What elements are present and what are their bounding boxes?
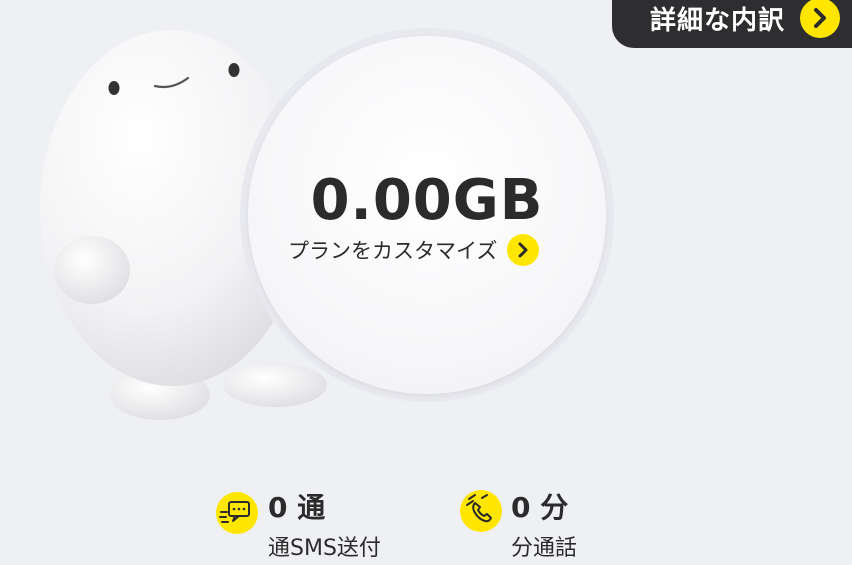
call-minutes-value: 0 分 bbox=[511, 491, 569, 524]
phone-call-icon bbox=[460, 490, 502, 532]
customize-plan-link[interactable]: プランをカスタマイズ bbox=[288, 234, 540, 266]
sms-count-value: 0 通 bbox=[268, 491, 326, 524]
chevron-right-icon bbox=[507, 234, 540, 266]
chevron-right-icon bbox=[800, 0, 840, 38]
call-minutes-label: 分通話 bbox=[511, 536, 578, 561]
detail-breakdown-label: 詳細な内訳 bbox=[650, 6, 786, 36]
mascot-left-eye bbox=[108, 81, 120, 95]
detail-breakdown-button[interactable]: 詳細な内訳 bbox=[612, 0, 852, 48]
data-usage-value: 0.00GB bbox=[310, 168, 544, 233]
mascot-right-eye bbox=[228, 63, 240, 77]
customize-plan-label: プランをカスタマイズ bbox=[288, 239, 498, 263]
sms-icon bbox=[216, 492, 258, 534]
sms-count-label: 通SMS送付 bbox=[268, 536, 381, 561]
